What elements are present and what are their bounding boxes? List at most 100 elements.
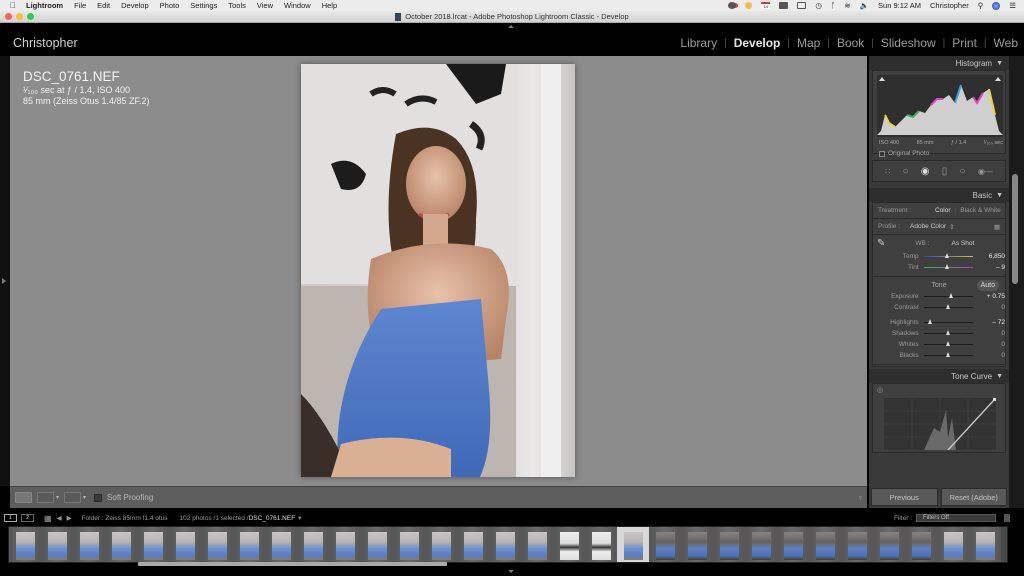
filmstrip-thumbnail[interactable]: [777, 527, 809, 562]
slider-value[interactable]: 6,850: [973, 253, 1005, 260]
treatment-color[interactable]: Color: [935, 207, 951, 214]
menu-file[interactable]: File: [74, 1, 86, 10]
filmstrip-thumbnail[interactable]: [425, 527, 457, 562]
module-book[interactable]: Book: [837, 36, 864, 50]
slider-track[interactable]: [923, 318, 974, 324]
filmstrip-thumbnail[interactable]: [553, 527, 585, 562]
left-panel-collapsed[interactable]: [0, 56, 10, 486]
filter-lock-icon[interactable]: [1004, 514, 1010, 522]
menu-settings[interactable]: Settings: [190, 1, 217, 10]
filmstrip-thumbnail[interactable]: [841, 527, 873, 562]
filmstrip-thumbnail[interactable]: [681, 527, 713, 562]
slider-value[interactable]: – 9: [973, 264, 1005, 271]
slider-blacks[interactable]: Blacks 0: [873, 350, 1005, 361]
histogram-panel[interactable]: ISO 400 85 mm ƒ / 1.4 ¹⁄₁₀₀ sec Original…: [872, 70, 1006, 157]
grid-view-icon[interactable]: ▦: [44, 514, 52, 523]
filmstrip-thumbnail[interactable]: [937, 527, 969, 562]
volume-icon[interactable]: 🔈: [860, 1, 869, 10]
filmstrip-thumbnail[interactable]: [73, 527, 105, 562]
scrollbar-thumb[interactable]: [1012, 174, 1018, 284]
slider-tint[interactable]: Tint – 9: [873, 262, 1005, 273]
airplay-icon[interactable]: [797, 2, 807, 9]
slider-shadows[interactable]: Shadows 0: [873, 328, 1005, 339]
tone-curve-graph[interactable]: [884, 398, 996, 450]
slider-value[interactable]: + 0.75: [973, 293, 1005, 300]
filmstrip-thumbnail[interactable]: [457, 527, 489, 562]
expand-left-panel-icon[interactable]: [2, 278, 6, 284]
filmstrip-thumbnail[interactable]: [713, 527, 745, 562]
forward-arrow-icon[interactable]: ▶: [67, 514, 72, 522]
tone-curve-header[interactable]: Tone Curve ▼: [869, 369, 1009, 383]
filmstrip-thumbnail[interactable]: [617, 527, 649, 562]
basic-header[interactable]: Basic ▼: [869, 188, 1009, 202]
bottom-panel-toggle[interactable]: [508, 570, 514, 573]
back-arrow-icon[interactable]: ◀: [57, 514, 62, 522]
chevron-down-icon[interactable]: ▾: [298, 514, 301, 522]
graduated-filter-icon[interactable]: ▯: [942, 166, 948, 177]
filmstrip-thumbnail[interactable]: [521, 527, 553, 562]
loupe-view-button[interactable]: [15, 492, 32, 503]
menu-tools[interactable]: Tools: [228, 1, 246, 10]
chevron-down-icon[interactable]: ▾: [56, 494, 59, 501]
profile-browser-icon[interactable]: ▦: [994, 223, 1000, 231]
bluetooth-icon[interactable]: ᚩ: [831, 1, 836, 10]
auto-tone-button[interactable]: Auto: [976, 280, 999, 291]
previous-button[interactable]: Previous: [871, 488, 938, 506]
slider-highlights[interactable]: Highlights – 72: [873, 317, 1005, 328]
wb-eyedropper-icon[interactable]: ✎: [877, 238, 885, 249]
soft-proofing-checkbox[interactable]: [94, 493, 103, 502]
filmstrip-thumbnail[interactable]: [201, 527, 233, 562]
wb-dropdown[interactable]: As Shot: [951, 240, 974, 247]
filmstrip-thumbnail[interactable]: [585, 527, 617, 562]
filmstrip-thumbnail[interactable]: [393, 527, 425, 562]
filmstrip-thumbnail[interactable]: [873, 527, 905, 562]
adjustment-brush-icon[interactable]: ◉—: [978, 167, 993, 176]
original-photo-toggle[interactable]: Original Photo: [879, 150, 1005, 157]
user-menu[interactable]: Christopher: [930, 1, 969, 10]
slider-knob[interactable]: [946, 303, 951, 309]
menu-photo[interactable]: Photo: [160, 1, 180, 10]
module-web[interactable]: Web: [994, 36, 1018, 50]
menu-edit[interactable]: Edit: [97, 1, 110, 10]
filmstrip-thumbnail[interactable]: [265, 527, 297, 562]
slider-knob[interactable]: [944, 263, 949, 269]
slider-knob[interactable]: [946, 329, 951, 335]
apple-icon[interactable]: : [10, 1, 16, 10]
profile-dropdown[interactable]: Adobe Color: [910, 223, 946, 230]
loupe-view[interactable]: DSC_0761.NEF ¹⁄₁₀₀ sec at ƒ / 1.4, ISO 4…: [10, 56, 867, 486]
targeted-adjustment-icon[interactable]: ◎: [877, 386, 883, 394]
reset-button[interactable]: Reset (Adobe): [940, 488, 1007, 506]
slider-track[interactable]: [923, 340, 974, 346]
module-slideshow[interactable]: Slideshow: [881, 36, 936, 50]
filmstrip-scrollbar[interactable]: [138, 562, 447, 566]
before-after-tb-button[interactable]: [64, 492, 82, 503]
slider-knob[interactable]: [928, 318, 933, 324]
main-photo[interactable]: [301, 64, 575, 477]
module-print[interactable]: Print: [952, 36, 977, 50]
slider-knob[interactable]: [946, 340, 951, 346]
histogram-header[interactable]: Histogram ▼: [869, 56, 1009, 70]
filmstrip-thumbnail[interactable]: [169, 527, 201, 562]
module-develop[interactable]: Develop: [734, 36, 781, 50]
chevron-down-icon[interactable]: ▾: [83, 494, 86, 501]
slider-track[interactable]: [923, 303, 974, 309]
filmstrip-thumbnail[interactable]: [969, 527, 1001, 562]
siri-icon[interactable]: [992, 1, 1001, 10]
filmstrip-thumbnail[interactable]: [137, 527, 169, 562]
slider-contrast[interactable]: Contrast 0: [873, 302, 1005, 313]
zoom-window-button[interactable]: [27, 13, 34, 20]
wifi-icon[interactable]: ≋: [844, 1, 850, 10]
slider-track[interactable]: [923, 292, 974, 298]
spotlight-search-icon[interactable]: ⚲: [978, 1, 984, 10]
slider-value[interactable]: 0: [973, 341, 1005, 348]
minimize-window-button[interactable]: [16, 13, 23, 20]
slider-track[interactable]: [923, 329, 974, 335]
right-panel-scrollbar[interactable]: [1009, 56, 1024, 508]
filmstrip-thumbnail[interactable]: [809, 527, 841, 562]
slider-knob[interactable]: [944, 252, 949, 258]
slider-value[interactable]: – 72: [973, 319, 1005, 326]
slider-value[interactable]: 0: [973, 352, 1005, 359]
filmstrip-thumbnail[interactable]: [9, 527, 41, 562]
time-machine-icon[interactable]: ◷: [815, 1, 822, 10]
selected-filename[interactable]: DSC_0761.NEF: [249, 515, 296, 522]
